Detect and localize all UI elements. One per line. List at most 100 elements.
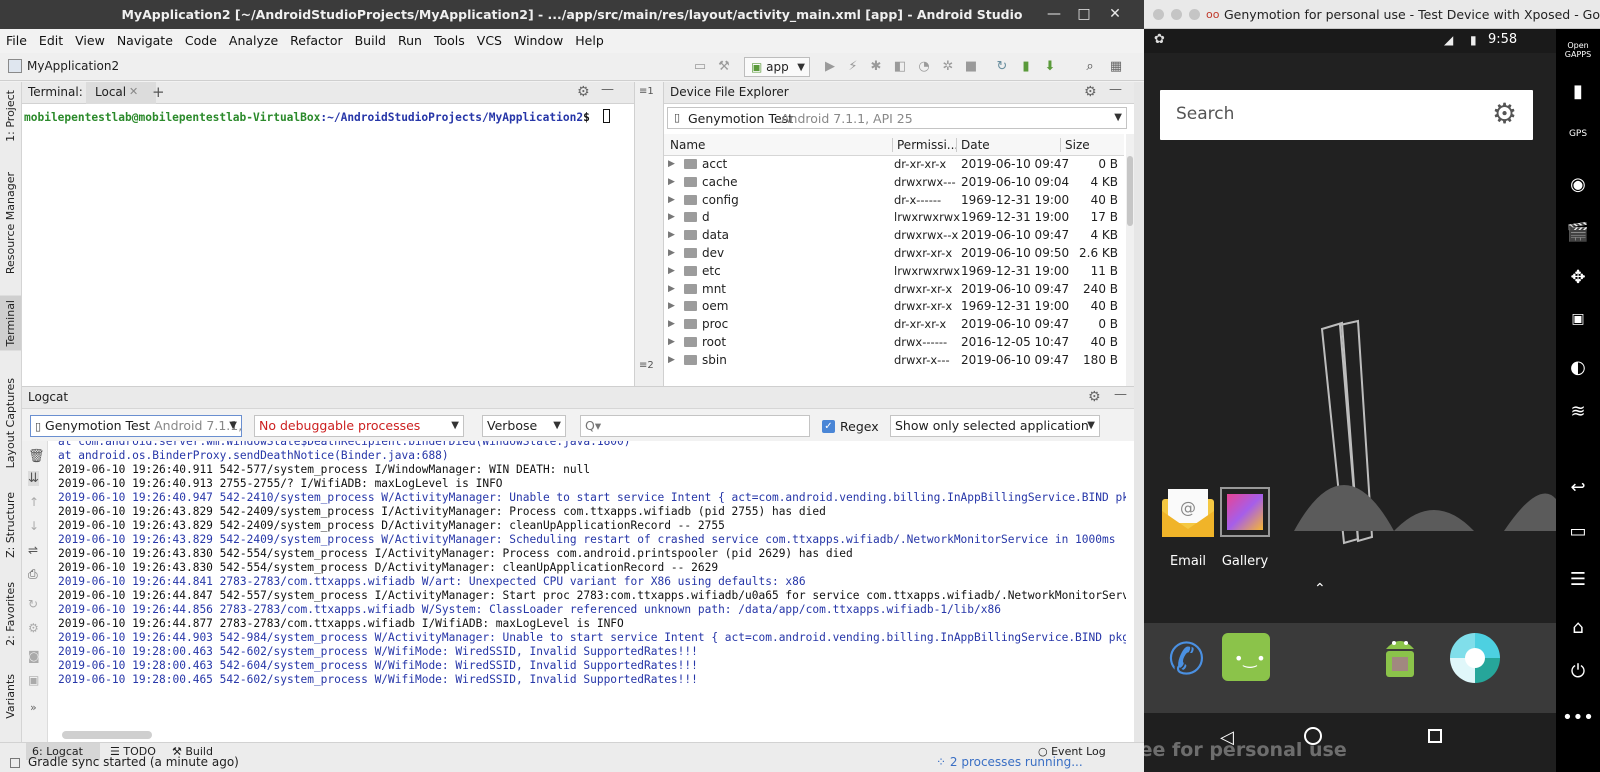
gear-icon[interactable]: ⚙ bbox=[577, 84, 590, 100]
opengapps-label[interactable]: Open GAPPS bbox=[1560, 41, 1596, 59]
menu-hw-icon[interactable]: ☰ bbox=[1556, 569, 1600, 590]
tool-tab-resource-manager[interactable]: Resource Manager bbox=[4, 172, 17, 274]
file-row[interactable]: ▶ acct dr-xr-xr-x 2019-06-10 09:47 0 B bbox=[664, 156, 1124, 174]
menu-analyze[interactable]: Analyze bbox=[223, 29, 284, 53]
android-app-icon[interactable] bbox=[1378, 633, 1422, 683]
disk-io-icon[interactable]: ◐ bbox=[1556, 357, 1600, 378]
gps-label[interactable]: GPS bbox=[1556, 129, 1600, 139]
capture-icon[interactable]: 🎬 bbox=[1556, 222, 1600, 243]
scrollbar[interactable] bbox=[1126, 134, 1134, 386]
tool-tab-build-variants[interactable]: Variants bbox=[4, 674, 17, 719]
regex-checkbox[interactable]: ✓ bbox=[822, 420, 835, 433]
terminal-tab-local[interactable]: Local ✕ bbox=[86, 82, 156, 104]
breadcrumb[interactable]: MyApplication2 bbox=[27, 59, 119, 73]
recent-apps-hw-icon[interactable]: ▭ bbox=[1556, 521, 1600, 542]
menu-tools[interactable]: Tools bbox=[428, 29, 471, 53]
layout-icon[interactable]: ▭ bbox=[692, 59, 708, 75]
col-size[interactable]: Size bbox=[1060, 138, 1090, 152]
menu-edit[interactable]: Edit bbox=[33, 29, 69, 53]
logcat-output[interactable]: at com.android.server.wm.WindowState$Dea… bbox=[22, 441, 1126, 731]
apply-changes-icon[interactable]: ⚡ bbox=[845, 59, 861, 75]
gallery-app-icon[interactable] bbox=[1220, 487, 1270, 537]
phone-app-icon[interactable]: ✆ bbox=[1168, 635, 1205, 685]
network-icon[interactable]: ≋ bbox=[1556, 401, 1600, 422]
file-row[interactable]: ▶ etc lrwxrwxrwx 1969-12-31 19:00 11 B bbox=[664, 263, 1124, 281]
gallery-app-label[interactable]: Gallery bbox=[1205, 554, 1285, 569]
home-hw-icon[interactable]: ⌂ bbox=[1556, 617, 1600, 638]
expand-arrow-icon[interactable]: ▶ bbox=[668, 177, 675, 187]
expand-arrow-icon[interactable]: ▶ bbox=[668, 284, 675, 294]
expand-arrow-icon[interactable]: ▶ bbox=[668, 319, 675, 329]
attach-debugger-icon[interactable]: ✲ bbox=[940, 59, 956, 75]
file-row[interactable]: ▶ sbin drwxr-x--- 2019-06-10 09:47 180 B bbox=[664, 352, 1124, 370]
hide-panel-icon[interactable]: — bbox=[1109, 82, 1122, 97]
email-app-icon[interactable]: @ bbox=[1160, 487, 1216, 543]
log-level-select[interactable]: Verbose ▼ bbox=[482, 415, 566, 437]
terminal-prompt[interactable]: mobilepentestlab@mobilepentestlab-Virtua… bbox=[24, 109, 610, 124]
expand-arrow-icon[interactable]: ▶ bbox=[668, 301, 675, 311]
panel-splitter[interactable]: ≡1 ≡2 bbox=[634, 82, 664, 386]
gear-icon[interactable]: ⚙ bbox=[1084, 84, 1097, 100]
power-icon[interactable]: ⏻ bbox=[1556, 661, 1600, 682]
run-icon[interactable]: ▶ bbox=[822, 59, 838, 75]
menu-help[interactable]: Help bbox=[569, 29, 610, 53]
dpad-icon[interactable]: ✥ bbox=[1556, 267, 1600, 288]
process-select[interactable]: No debuggable processes ▼ bbox=[254, 415, 464, 437]
col-name[interactable]: Name bbox=[670, 138, 705, 152]
logcat-search-input[interactable]: Q▾ bbox=[580, 415, 810, 437]
messaging-app-icon[interactable]: •‿• bbox=[1222, 633, 1270, 681]
stop-icon[interactable]: ■ bbox=[963, 59, 979, 75]
google-search-bar[interactable]: Search ⚙ bbox=[1160, 90, 1533, 140]
file-row[interactable]: ▶ root drwx------ 2016-12-05 10:47 40 B bbox=[664, 334, 1124, 352]
menu-refactor[interactable]: Refactor bbox=[284, 29, 348, 53]
sync-gradle-icon[interactable]: ↻ bbox=[994, 59, 1010, 75]
debug-icon[interactable]: ✱ bbox=[868, 59, 884, 75]
coverage-icon[interactable]: ◧ bbox=[892, 59, 908, 75]
app-drawer-chevron-icon[interactable]: ⌃ bbox=[1314, 581, 1326, 597]
gear-icon[interactable]: ⚙ bbox=[1088, 389, 1101, 405]
expand-arrow-icon[interactable]: ▶ bbox=[668, 212, 675, 222]
tool-tab-terminal[interactable]: Terminal bbox=[0, 296, 21, 351]
menu-run[interactable]: Run bbox=[392, 29, 428, 53]
menu-vcs[interactable]: VCS bbox=[471, 29, 508, 53]
scrollbar-thumb[interactable] bbox=[1127, 156, 1133, 226]
close-icon[interactable]: ✕ bbox=[1106, 5, 1124, 23]
avd-manager-icon[interactable]: ▮ bbox=[1018, 59, 1034, 75]
close-window-icon[interactable] bbox=[1153, 9, 1164, 20]
file-row[interactable]: ▶ cache drwxrwx--- 2019-06-10 09:04 4 KB bbox=[664, 174, 1124, 192]
minimize-window-icon[interactable] bbox=[1171, 9, 1182, 20]
tool-tab-layout-captures[interactable]: Layout Captures bbox=[4, 378, 17, 468]
file-row[interactable]: ▶ d lrwxrwxrwx 1969-12-31 19:00 17 B bbox=[664, 209, 1124, 227]
processes-running[interactable]: ⁘ 2 processes running... bbox=[936, 755, 1083, 769]
maximize-icon[interactable]: □ bbox=[1075, 5, 1093, 23]
list-toggle-icon[interactable]: ≡1 bbox=[639, 86, 654, 97]
identifiers-icon[interactable]: ▣ bbox=[1556, 311, 1600, 327]
expand-arrow-icon[interactable]: ▶ bbox=[668, 159, 675, 169]
file-row[interactable]: ▶ dev drwxr-xr-x 2019-06-10 09:50 2.6 KB bbox=[664, 245, 1124, 263]
profile-icon[interactable]: ◔ bbox=[916, 59, 932, 75]
expand-arrow-icon[interactable]: ▶ bbox=[668, 266, 675, 276]
device-select[interactable]: ▯ Genymotion Test Android 7.1.1, API 25 … bbox=[667, 107, 1127, 129]
expand-arrow-icon[interactable]: ▶ bbox=[668, 337, 675, 347]
expand-arrow-icon[interactable]: ▶ bbox=[668, 230, 675, 240]
menu-code[interactable]: Code bbox=[179, 29, 223, 53]
menu-window[interactable]: Window bbox=[508, 29, 569, 53]
toggle-tool-windows-icon[interactable] bbox=[10, 758, 20, 768]
minimize-icon[interactable]: — bbox=[1045, 5, 1063, 23]
file-row[interactable]: ▶ oem drwxr-xr-x 1969-12-31 19:00 40 B bbox=[664, 298, 1124, 316]
file-row[interactable]: ▶ config dr-x------ 1969-12-31 19:00 40 B bbox=[664, 192, 1124, 210]
expand-arrow-icon[interactable]: ▶ bbox=[668, 248, 675, 258]
more-options-icon[interactable]: ••• bbox=[1556, 707, 1600, 728]
expand-arrow-icon[interactable]: ▶ bbox=[668, 195, 675, 205]
hammer-icon[interactable]: ⚒ bbox=[716, 59, 732, 75]
webcam-icon[interactable]: ◉ bbox=[1556, 174, 1600, 195]
file-row[interactable]: ▶ data drwxrwx--x 2019-06-10 09:47 4 KB bbox=[664, 227, 1124, 245]
expand-arrow-icon[interactable]: ▶ bbox=[668, 355, 675, 365]
camera-app-icon[interactable] bbox=[1450, 633, 1500, 683]
tool-tab-favorites[interactable]: 2: Favorites bbox=[4, 582, 17, 646]
sdk-manager-icon[interactable]: ⬇ bbox=[1042, 59, 1058, 75]
maximize-window-icon[interactable] bbox=[1189, 9, 1200, 20]
battery-icon[interactable]: ▮ bbox=[1556, 81, 1600, 102]
logcat-device-select[interactable]: ▯ Genymotion Test Android 7.1.1, ▼ bbox=[30, 415, 242, 437]
gear-icon[interactable]: ⚙ bbox=[1492, 98, 1517, 130]
